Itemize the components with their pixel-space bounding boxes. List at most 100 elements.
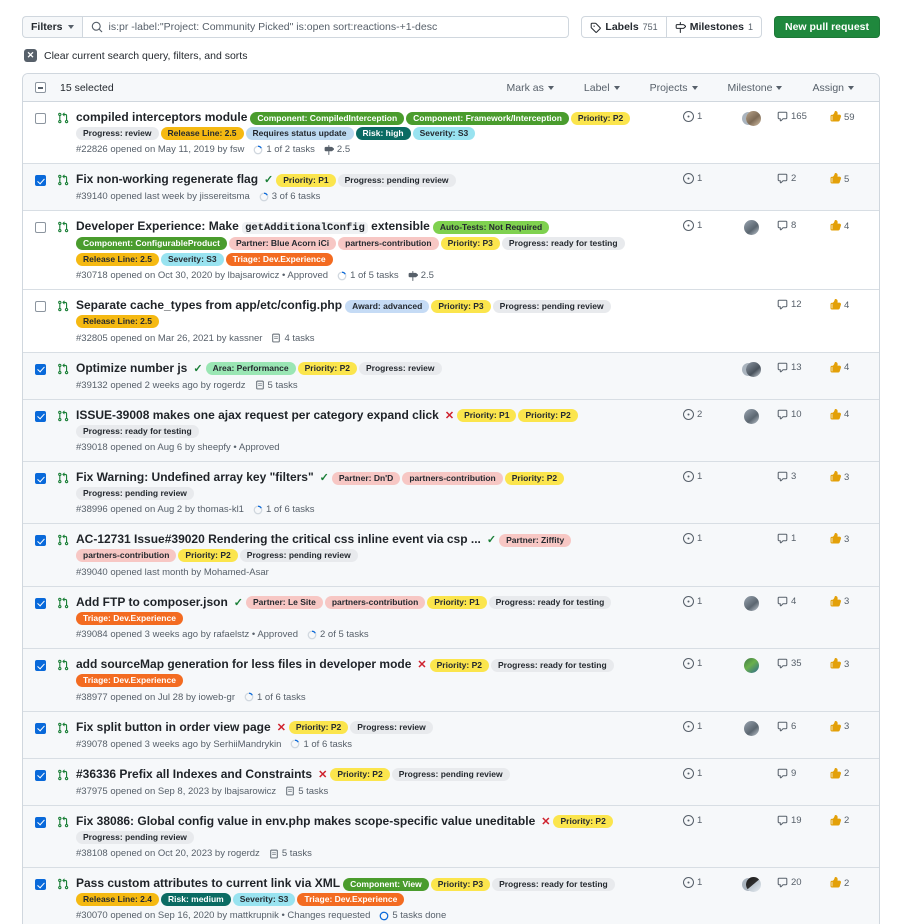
label-badge[interactable]: Priority: P3 — [430, 877, 491, 891]
row-checkbox[interactable] — [35, 816, 46, 828]
comment-count[interactable]: 8 — [777, 220, 829, 231]
label-badge[interactable]: Severity: S3 — [412, 127, 476, 140]
table-row[interactable]: #36336 Prefix all Indexes and Constraint… — [23, 758, 879, 806]
label-badge[interactable]: Progress: pending review — [76, 487, 194, 501]
label-badge[interactable]: Priority: P1 — [276, 174, 336, 187]
label-badge[interactable]: Release Line: 2.5 — [76, 315, 159, 329]
labels-button[interactable]: Labels 751 — [582, 17, 665, 37]
label-badge[interactable]: Component: Framework/Interception — [406, 111, 569, 125]
table-row[interactable]: add sourceMap generation for less files … — [23, 649, 879, 712]
label-badge[interactable]: Severity: S3 — [160, 252, 224, 266]
avatar[interactable] — [746, 111, 761, 126]
select-all-checkbox[interactable] — [35, 82, 46, 93]
row-checkbox[interactable] — [35, 222, 46, 234]
label-badge[interactable]: Progress: ready for testing — [501, 237, 625, 251]
pull-request-title[interactable]: Add FTP to composer.json — [76, 595, 228, 609]
label-badge[interactable]: Progress: pending review — [337, 174, 456, 187]
table-row[interactable]: AC-12731 Issue#39020 Rendering the criti… — [23, 524, 879, 587]
pull-request-title[interactable]: Fix 38086: Global config value in env.ph… — [76, 814, 535, 828]
label-badge[interactable]: Component: ConfigurableProduct — [76, 237, 227, 251]
label-badge[interactable]: partners-contribution — [402, 471, 503, 485]
label-badge[interactable]: Partner: Dn'D — [331, 471, 401, 485]
label-badge[interactable]: Partner: Le Site — [246, 596, 323, 610]
table-row[interactable]: Optimize number js ✓ Area: Performance Prio… — [23, 352, 879, 400]
label-badge[interactable]: Priority: P2 — [178, 549, 238, 563]
label-badge[interactable]: Risk: medium — [160, 893, 231, 907]
label-badge[interactable]: Priority: P2 — [297, 362, 357, 376]
label-badge[interactable]: Priority: P2 — [429, 658, 489, 672]
label-badge[interactable]: Priority: P1 — [427, 596, 487, 610]
table-row[interactable]: Fix 38086: Global config value in env.ph… — [23, 805, 879, 869]
assign-dropdown[interactable]: Assign — [797, 82, 869, 94]
comment-count[interactable]: 19 — [777, 815, 829, 826]
label-badge[interactable]: Progress: pending review — [76, 830, 194, 844]
pull-request-title[interactable]: Pass custom attributes to current link v… — [76, 876, 340, 890]
row-milestone[interactable]: 2.5 — [324, 144, 350, 155]
comment-count[interactable]: 2 — [777, 173, 829, 184]
avatar[interactable] — [743, 658, 759, 674]
label-badge[interactable]: Priority: P2 — [330, 768, 390, 782]
row-checkbox[interactable] — [35, 175, 46, 187]
avatar[interactable] — [743, 595, 759, 611]
label-badge[interactable]: Progress: pending review — [391, 768, 510, 782]
label-badge[interactable]: Component: View — [343, 877, 429, 891]
pull-request-title[interactable]: #36336 Prefix all Indexes and Constraint… — [76, 767, 312, 781]
table-row[interactable]: Fix non-working regenerate flag ✓ Priority… — [23, 164, 879, 212]
label-badge[interactable]: Priority: P2 — [553, 815, 613, 829]
label-badge[interactable]: Requires status update — [245, 127, 354, 140]
clear-search-row[interactable]: ✕ Clear current search query, filters, a… — [22, 49, 880, 62]
pull-request-title[interactable]: Fix non-working regenerate flag — [76, 172, 258, 186]
avatar[interactable] — [746, 361, 761, 377]
label-badge[interactable]: Auto-Tests: Not Required — [432, 221, 550, 234]
label-badge[interactable]: Award: advanced — [345, 299, 430, 313]
avatar[interactable] — [743, 408, 759, 424]
row-checkbox[interactable] — [35, 363, 46, 375]
milestone-dropdown[interactable]: Milestone — [713, 82, 798, 94]
label-badge[interactable]: Progress: ready for testing — [76, 424, 199, 438]
label-badge[interactable]: partners-contribution — [324, 596, 426, 610]
label-badge[interactable]: Triage: Dev.Experience — [76, 611, 183, 625]
pull-request-title[interactable]: Optimize number js — [76, 361, 187, 375]
label-badge[interactable]: Severity: S3 — [232, 893, 296, 907]
milestones-button[interactable]: Milestones 1 — [665, 17, 761, 37]
label-badge[interactable]: Priority: P3 — [431, 299, 491, 313]
label-badge[interactable]: Priority: P2 — [570, 111, 631, 125]
pull-request-title[interactable]: compiled interceptors module — [76, 110, 247, 124]
label-badge[interactable]: Risk: high — [355, 127, 411, 140]
label-badge[interactable]: Progress: review — [359, 362, 442, 376]
comment-count[interactable]: 165 — [777, 111, 829, 122]
comment-count[interactable]: 3 — [777, 471, 829, 482]
label-badge[interactable]: Triage: Dev.Experience — [225, 252, 333, 266]
label-badge[interactable]: Priority: P2 — [504, 471, 565, 485]
label-badge[interactable]: Priority: P1 — [457, 409, 517, 423]
pull-request-title[interactable]: Fix split button in order view page — [76, 720, 271, 734]
table-row[interactable]: Fix split button in order view page ✕ Prio… — [23, 711, 879, 759]
pull-request-title[interactable]: add sourceMap generation for less files … — [76, 657, 411, 671]
comment-count[interactable]: 6 — [777, 721, 829, 732]
pull-request-title[interactable]: Developer Experience: Make getAdditional… — [76, 219, 430, 235]
table-row[interactable]: ISSUE-39008 makes one ajax request per c… — [23, 399, 879, 463]
row-checkbox[interactable] — [35, 722, 46, 734]
label-badge[interactable]: Priority: P2 — [288, 721, 349, 735]
comment-count[interactable]: 1 — [777, 533, 829, 544]
table-row[interactable]: compiled interceptors module Component: C… — [23, 102, 879, 165]
mark-as-dropdown[interactable]: Mark as — [492, 82, 569, 94]
label-badge[interactable]: Area: Performance — [205, 362, 296, 376]
avatar[interactable] — [743, 220, 759, 236]
label-badge[interactable]: Priority: P3 — [440, 237, 500, 251]
row-checkbox[interactable] — [35, 879, 46, 891]
table-row[interactable]: Separate cache_types from app/etc/config… — [23, 290, 879, 353]
label-badge[interactable]: Partner: Blue Acorn iCi — [228, 237, 337, 251]
pull-request-title[interactable]: AC-12731 Issue#39020 Rendering the criti… — [76, 532, 481, 546]
row-checkbox[interactable] — [35, 301, 46, 313]
avatar[interactable] — [746, 877, 761, 893]
row-checkbox[interactable] — [35, 597, 46, 609]
row-checkbox[interactable] — [35, 535, 46, 547]
label-badge[interactable]: Progress: ready for testing — [491, 658, 614, 672]
label-badge[interactable]: partners-contribution — [338, 237, 439, 251]
row-checkbox[interactable] — [35, 473, 46, 485]
table-row[interactable]: Fix Warning: Undefined array key "filter… — [23, 462, 879, 525]
comment-count[interactable]: 20 — [777, 877, 829, 888]
row-checkbox[interactable] — [35, 113, 46, 124]
label-badge[interactable]: Release Line: 2.4 — [76, 893, 159, 907]
